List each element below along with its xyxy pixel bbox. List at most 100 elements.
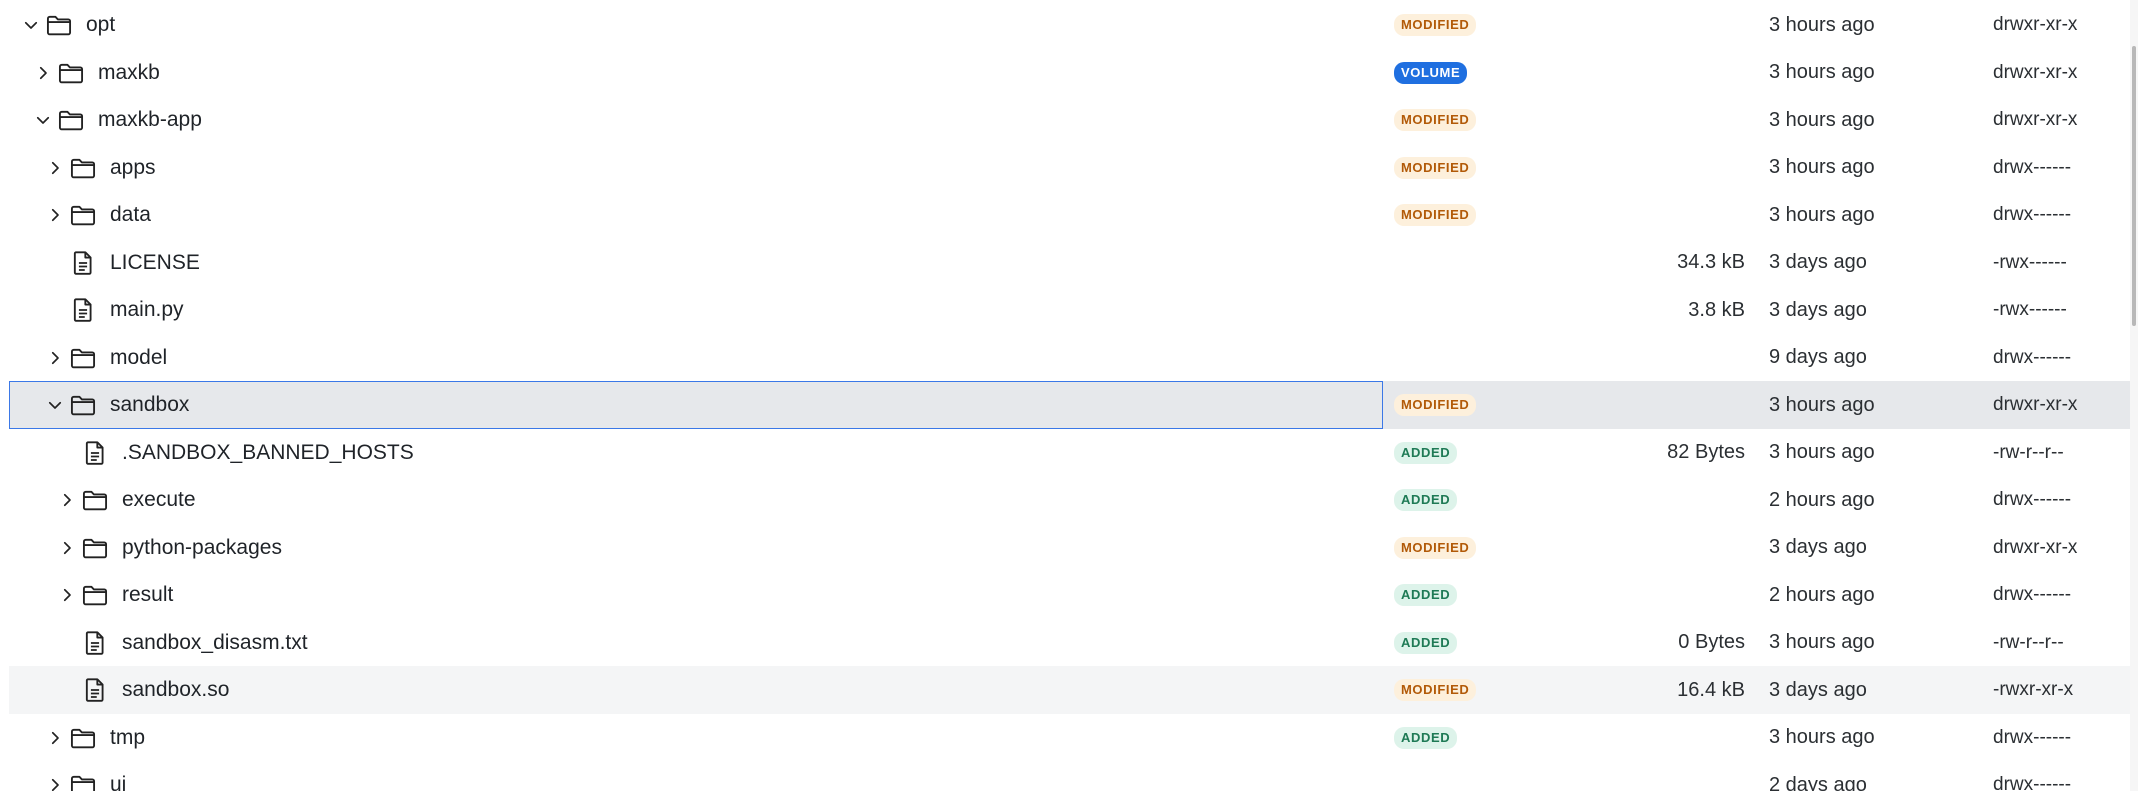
file-size: 3.8 kB <box>1688 298 1745 321</box>
name-cell: model <box>9 334 1424 382</box>
modified-time: 2 hours ago <box>1769 583 1875 606</box>
name-cell: .SANDBOX_BANNED_HOSTS <box>9 429 1436 477</box>
modified-time: 3 hours ago <box>1769 61 1875 83</box>
file-name: python-packages <box>122 535 282 559</box>
folder-icon <box>44 10 74 40</box>
tree-row-main-py[interactable]: main.py 3.8 kB 3 days ago -rwx------ <box>9 286 2130 334</box>
tree-row-maxkb[interactable]: maxkb VOLUME 3 hours ago drwxr-xr-x <box>9 49 2130 97</box>
status-cell: MODIFIED <box>1394 191 1477 239</box>
modified-time: 9 days ago <box>1769 346 1867 368</box>
tree-row-maxkb-app[interactable]: maxkb-app MODIFIED 3 hours ago drwxr-xr-x <box>9 96 2130 144</box>
file-name: sandbox <box>110 393 190 416</box>
status-cell: ADDED <box>1394 619 1458 667</box>
file-icon <box>80 438 110 468</box>
file-name: LICENSE <box>110 250 200 274</box>
tree-row-opt[interactable]: opt MODIFIED 3 hours ago drwxr-xr-x <box>9 1 2130 49</box>
file-icon <box>80 628 110 658</box>
status-cell: MODIFIED <box>1394 666 1477 714</box>
name-cell: execute <box>9 476 1436 524</box>
status-cell: MODIFIED <box>1394 144 1477 192</box>
file-name: main.py <box>110 298 184 321</box>
file-name: .SANDBOX_BANNED_HOSTS <box>122 440 414 464</box>
chevron-right-icon[interactable] <box>44 347 66 369</box>
tree-row-license[interactable]: LICENSE 34.3 kB 3 days ago -rwx------ <box>9 239 2130 287</box>
chevron-down-icon[interactable] <box>32 109 54 131</box>
chevron-right-icon[interactable] <box>56 584 78 606</box>
file-name: tmp <box>110 725 146 749</box>
tree-row-apps[interactable]: apps MODIFIED 3 hours ago drwx------ <box>9 144 2130 192</box>
chevron-right-icon[interactable] <box>56 537 78 559</box>
folder-icon <box>56 105 86 135</box>
tree-row-sandbox-disasm-txt[interactable]: sandbox_disasm.txt ADDED 0 Bytes 3 hours ag… <box>9 619 2130 667</box>
file-name: result <box>122 583 174 606</box>
tree-row-result[interactable]: result ADDED 2 hours ago drwx------ <box>9 571 2130 619</box>
status-cell: MODIFIED <box>1394 524 1477 572</box>
tree-row-ui[interactable]: ui 2 days ago drwx------ <box>9 761 2130 791</box>
status-cell: MODIFIED <box>1394 96 1477 144</box>
file-name: maxkb-app <box>98 108 202 131</box>
modified-time: 3 days ago <box>1769 251 1867 273</box>
chevron-right-icon[interactable] <box>44 774 66 791</box>
status-cell: MODIFIED <box>1394 1 1477 49</box>
modified-time: 3 hours ago <box>1769 393 1875 416</box>
modified-time: 3 hours ago <box>1769 156 1875 178</box>
permissions: -rwx------ <box>1993 251 2067 273</box>
chevron-right-icon[interactable] <box>44 204 66 226</box>
file-name: maxkb <box>98 60 160 84</box>
permissions: drwx------ <box>1993 489 2072 510</box>
file-name: model <box>110 345 168 369</box>
permissions: drwxr-xr-x <box>1993 394 2078 415</box>
file-tree: opt MODIFIED 3 hours ago drwxr-xr-x maxkb VOL… <box>0 0 2130 791</box>
file-name: execute <box>122 488 196 511</box>
permissions: drwxr-xr-x <box>1993 536 2078 558</box>
name-cell: main.py <box>9 286 1424 334</box>
chevron-right-icon[interactable] <box>44 727 66 749</box>
file-icon <box>80 675 110 705</box>
modified-time: 3 hours ago <box>1769 631 1875 653</box>
status-badge-added: ADDED <box>1394 631 1458 654</box>
scrollbar-thumb[interactable] <box>2132 46 2136 326</box>
name-cell: ui <box>9 761 1424 791</box>
tree-row-data[interactable]: data MODIFIED 3 hours ago drwx------ <box>9 191 2130 239</box>
chevron-right-icon[interactable] <box>32 62 54 84</box>
modified-time: 2 days ago <box>1769 773 1867 791</box>
status-badge-modified: MODIFIED <box>1394 109 1477 131</box>
tree-row-sandbox-so[interactable]: sandbox.so MODIFIED 16.4 kB 3 days ago -rwxr… <box>9 666 2130 714</box>
status-cell: ADDED <box>1394 571 1458 619</box>
permissions: -rw-r--r-- <box>1993 441 2064 463</box>
status-badge-added: ADDED <box>1394 584 1458 606</box>
status-cell: ADDED <box>1394 476 1458 524</box>
modified-time: 3 hours ago <box>1769 13 1875 36</box>
status-badge-modified: MODIFIED <box>1394 204 1477 226</box>
permissions: drwxr-xr-x <box>1993 14 2078 35</box>
permissions: -rwxr-xr-x <box>1993 679 2074 700</box>
tree-row-tmp[interactable]: tmp ADDED 3 hours ago drwx------ <box>9 714 2130 762</box>
folder-icon <box>68 200 98 230</box>
chevron-down-icon[interactable] <box>44 394 66 416</box>
folder-icon <box>68 723 98 753</box>
permissions: drwx------ <box>1993 346 2072 368</box>
file-icon <box>68 248 98 278</box>
permissions: -rw-r--r-- <box>1993 631 2064 653</box>
file-size: 0 Bytes <box>1678 631 1745 653</box>
permissions: drwx------ <box>1993 204 2072 225</box>
name-cell: sandbox_disasm.txt <box>9 619 1436 667</box>
modified-time: 3 days ago <box>1769 298 1867 321</box>
status-badge-modified: MODIFIED <box>1394 394 1477 416</box>
chevron-down-icon[interactable] <box>20 14 42 36</box>
status-cell: ADDED <box>1394 714 1458 762</box>
status-badge-added: ADDED <box>1394 726 1458 749</box>
tree-row-sandbox-banned-hosts[interactable]: .SANDBOX_BANNED_HOSTS ADDED 82 Bytes 3 hour… <box>9 429 2130 477</box>
name-cell: maxkb-app <box>9 96 1412 144</box>
status-cell: MODIFIED <box>1394 381 1477 429</box>
file-name: ui <box>110 773 127 791</box>
modified-time: 3 days ago <box>1769 536 1867 558</box>
tree-row-model[interactable]: model 9 days ago drwx------ <box>9 334 2130 382</box>
chevron-right-icon[interactable] <box>44 157 66 179</box>
tree-row-python-packages[interactable]: python-packages MODIFIED 3 days ago drwxr-x… <box>9 524 2130 572</box>
tree-row-sandbox[interactable]: sandbox MODIFIED 3 hours ago drwxr-xr-x <box>9 381 2130 429</box>
tree-row-execute[interactable]: execute ADDED 2 hours ago drwx------ <box>9 476 2130 524</box>
folder-icon <box>80 533 110 563</box>
permissions: drwx------ <box>1993 156 2072 178</box>
chevron-right-icon[interactable] <box>56 489 78 511</box>
